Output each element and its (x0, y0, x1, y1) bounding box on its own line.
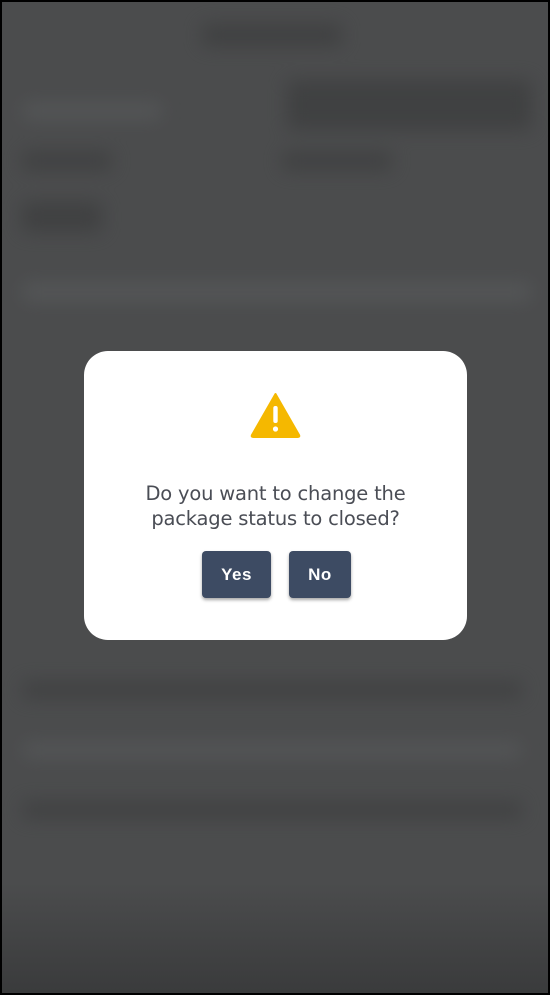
yes-button[interactable]: Yes (202, 551, 271, 598)
screen-frame: Do you want to change the package status… (0, 0, 550, 995)
dialog-message: Do you want to change the package status… (145, 482, 406, 530)
bottom-shade (2, 883, 548, 993)
warning-icon (250, 393, 301, 438)
no-button[interactable]: No (289, 551, 351, 598)
confirm-dialog: Do you want to change the package status… (84, 351, 467, 640)
